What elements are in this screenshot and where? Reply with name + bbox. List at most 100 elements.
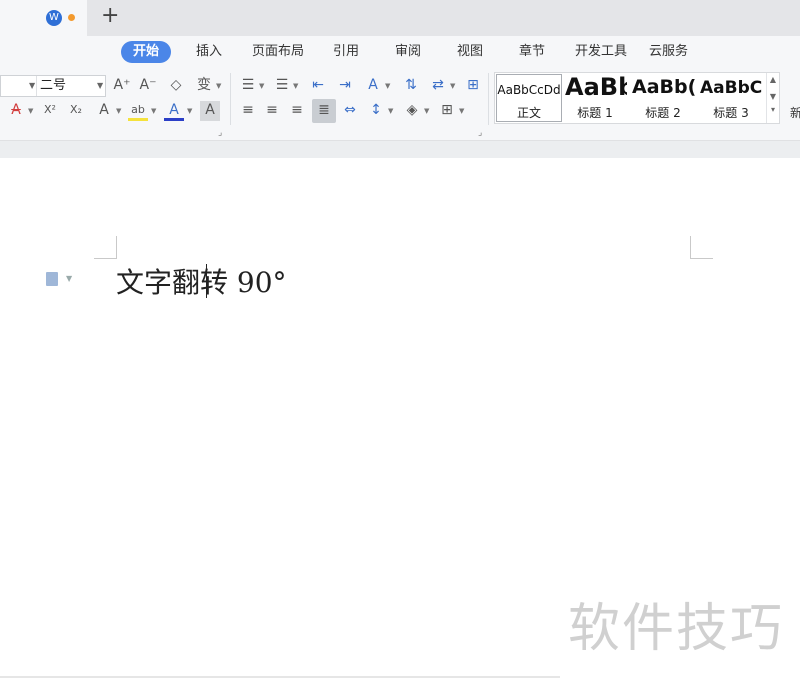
distributed-icon: ⇔ [344, 102, 356, 118]
text-effect-caret-icon[interactable]: ▼ [116, 107, 121, 115]
unsaved-dot-icon [68, 14, 75, 21]
font-color-button[interactable]: A [164, 101, 184, 121]
menu-tab-cloud[interactable]: 云服务 [649, 41, 688, 63]
bullets-caret-icon[interactable]: ▼ [259, 82, 264, 90]
menu-tab-start[interactable]: 开始 [121, 41, 172, 63]
justify-button[interactable]: ≣ [312, 99, 336, 123]
pinyin-caret-icon[interactable]: ▼ [216, 82, 221, 90]
text-effect-button[interactable]: A [94, 101, 114, 121]
text-effect-icon: A [99, 102, 109, 118]
menu-tab-view[interactable]: 视图 [457, 41, 483, 63]
text-direction-icon: A [368, 77, 378, 93]
align-right-button[interactable]: ≡ [287, 101, 307, 121]
border-icon: ⊞ [441, 102, 453, 118]
show-hide-caret-icon[interactable]: ▼ [450, 82, 455, 90]
paragraph-handle-caret-icon[interactable]: ▼ [66, 274, 72, 283]
font-size-caret-icon[interactable]: ▼ [97, 81, 103, 90]
style-name: 正文 [516, 106, 541, 120]
align-right-icon: ≡ [291, 102, 303, 118]
style-name: 标题 1 [577, 106, 613, 120]
paragraph-handle-icon[interactable] [46, 272, 58, 286]
paragraph-dialog-launcher-icon[interactable]: ⌟ [478, 128, 482, 138]
expand-gallery-icon[interactable]: ▾ [767, 105, 779, 114]
shading-caret-icon[interactable]: ▼ [424, 107, 429, 115]
pinyin-button[interactable]: 变 [194, 76, 214, 96]
borders-caret-icon[interactable]: ▼ [459, 107, 464, 115]
highlight-button[interactable]: ab [128, 101, 148, 121]
numbering-button[interactable]: ☰ [272, 76, 292, 96]
paint-bucket-icon: ◈ [406, 102, 418, 118]
scroll-up-icon[interactable]: ▲ [767, 75, 779, 84]
document-icon-glyph: W [49, 12, 59, 23]
bullets-button[interactable]: ☰ [238, 76, 258, 96]
menu-tab-insert[interactable]: 插入 [196, 41, 222, 63]
subscript-icon: X₂ [70, 103, 82, 116]
text-cursor [206, 264, 207, 298]
document-body-text[interactable]: 文字翻转 90° [116, 261, 287, 301]
divider [36, 76, 37, 96]
styles-scrollbar[interactable]: ▲ ▼ ▾ [766, 73, 779, 123]
strikethrough-icon: A [11, 102, 21, 118]
watermark: 软件技巧 [568, 599, 785, 659]
style-preview: AaBb [565, 73, 627, 101]
style-normal[interactable]: AaBbCcDd 正文 [496, 74, 562, 122]
table-borders-button[interactable]: ⊞ [463, 76, 483, 96]
grow-font-button[interactable]: A⁺ [112, 76, 132, 96]
numbering-caret-icon[interactable]: ▼ [293, 82, 298, 90]
clear-format-button[interactable]: ◇ [166, 76, 186, 96]
highlight-caret-icon[interactable]: ▼ [151, 107, 156, 115]
show-hide-marks-button[interactable]: ⇄ [428, 76, 448, 96]
distributed-align-button[interactable]: ⇔ [340, 101, 360, 121]
style-heading-2[interactable]: AaBb( 标题 2 [631, 73, 695, 123]
menu-tab-page-layout[interactable]: 页面布局 [252, 41, 304, 63]
indent-icon: ⇥ [339, 77, 351, 93]
ribbon-bottom-bar [0, 140, 800, 159]
subscript-button[interactable]: X₂ [66, 101, 86, 121]
shrink-font-icon: A⁻ [139, 77, 157, 93]
borders-button[interactable]: ⊞ [437, 101, 457, 121]
align-center-button[interactable]: ≡ [262, 101, 282, 121]
scroll-down-icon[interactable]: ▼ [767, 92, 779, 101]
decrease-indent-button[interactable]: ⇤ [308, 76, 328, 96]
menu-tab-review[interactable]: 审阅 [395, 41, 421, 63]
menu-tab-references[interactable]: 引用 [333, 41, 359, 63]
font-color-icon: A [169, 102, 179, 118]
line-spacing-icon: ↕ [370, 102, 382, 118]
superscript-button[interactable]: X² [40, 101, 60, 121]
shrink-font-button[interactable]: A⁻ [138, 76, 158, 96]
new-style-button[interactable]: 新 [790, 104, 800, 121]
strikethrough-caret-icon[interactable]: ▼ [28, 107, 33, 115]
line-spacing-button[interactable]: ↕ [366, 101, 386, 121]
font-color-caret-icon[interactable]: ▼ [187, 107, 192, 115]
bullet-list-icon: ☰ [241, 77, 255, 93]
style-heading-3[interactable]: AaBbC 标题 3 [699, 73, 763, 123]
menu-tab-developer[interactable]: 开发工具 [575, 41, 627, 63]
divider [488, 73, 489, 125]
align-left-button[interactable]: ≡ [238, 101, 258, 121]
style-preview: AaBbCcDd [497, 83, 561, 97]
eraser-icon: ◇ [170, 77, 182, 93]
line-spacing-caret-icon[interactable]: ▼ [388, 107, 393, 115]
menu-tab-chapter[interactable]: 章节 [519, 41, 545, 63]
sort-button[interactable]: ⇅ [401, 76, 421, 96]
horizontal-scrollbar[interactable] [0, 676, 560, 678]
new-tab-button[interactable]: + [101, 4, 119, 28]
style-heading-1[interactable]: AaBb 标题 1 [563, 73, 627, 123]
increase-indent-button[interactable]: ⇥ [335, 76, 355, 96]
superscript-icon: X² [44, 103, 56, 116]
table-icon: ⊞ [467, 77, 479, 93]
show-hide-icon: ⇄ [432, 77, 444, 93]
text-direction-caret-icon[interactable]: ▼ [385, 82, 390, 90]
strikethrough-button[interactable]: A [6, 101, 26, 121]
numbered-list-icon: ☰ [275, 77, 289, 93]
shading-button[interactable]: ◈ [402, 101, 422, 121]
char-shading-button[interactable]: A [200, 101, 220, 121]
align-left-icon: ≡ [242, 102, 254, 118]
font-dialog-launcher-icon[interactable]: ⌟ [218, 128, 222, 138]
font-name-caret-icon[interactable]: ▼ [29, 81, 35, 90]
margin-corner-top-left [94, 236, 117, 259]
text-direction-button[interactable]: A [363, 76, 383, 96]
font-size-select[interactable]: ▼ 二号 ▼ [0, 75, 106, 97]
justify-icon: ≣ [318, 102, 330, 118]
margin-corner-top-right [690, 236, 713, 259]
